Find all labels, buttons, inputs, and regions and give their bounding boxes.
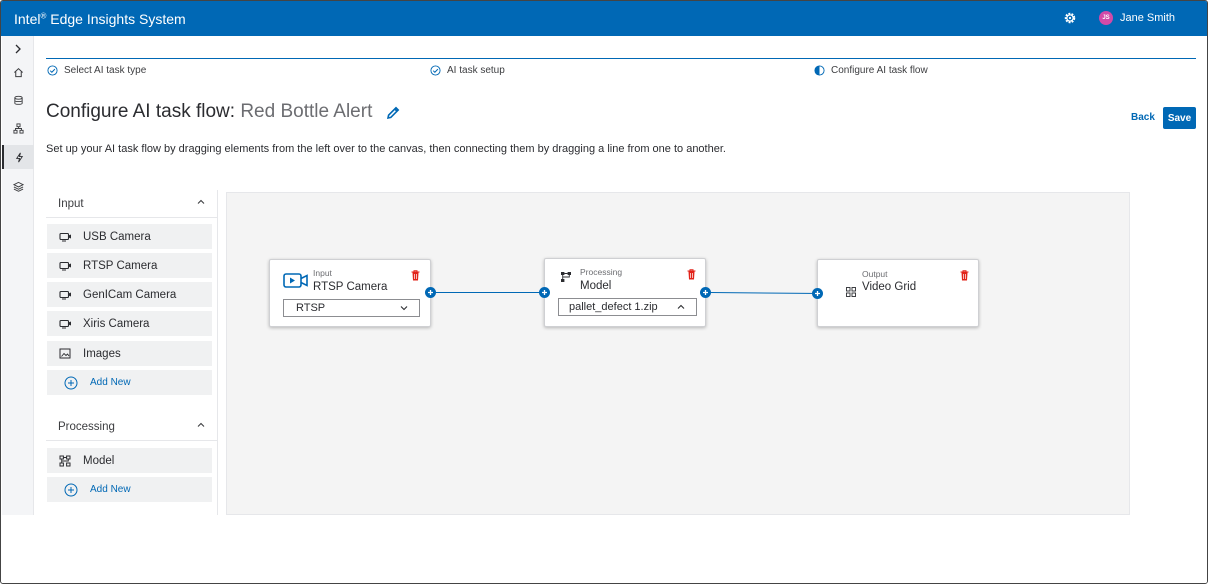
- expand-chevron-icon[interactable]: [2, 37, 34, 61]
- item-label: Model: [83, 454, 115, 467]
- step-select-task-type[interactable]: Select AI task type: [47, 65, 146, 76]
- user-name[interactable]: Jane Smith: [1120, 12, 1175, 24]
- plus-circle-icon: [64, 483, 84, 497]
- plus-circle-icon: [64, 376, 84, 390]
- camera-icon: [59, 290, 79, 300]
- item-label: RTSP Camera: [83, 259, 158, 272]
- item-label: USB Camera: [83, 230, 151, 243]
- step-task-setup[interactable]: AI task setup: [430, 65, 505, 76]
- step-label: Select AI task type: [64, 65, 147, 76]
- brand-title: Intel® Edge Insights System: [14, 11, 186, 27]
- step-label: Configure AI task flow: [831, 65, 928, 76]
- home-icon[interactable]: [2, 60, 34, 84]
- top-bar: Intel® Edge Insights System JS Jane Smit…: [1, 1, 1207, 36]
- chevron-down-icon: [399, 303, 409, 316]
- lightning-icon[interactable]: [2, 145, 34, 169]
- camera-icon: [59, 232, 79, 242]
- palette-item-genicam-camera[interactable]: GenICam Camera: [47, 282, 212, 307]
- palette-item-xiris-camera[interactable]: Xiris Camera: [47, 311, 212, 336]
- processing-add-new-button[interactable]: Add New: [47, 477, 212, 502]
- image-icon: [59, 348, 79, 359]
- palette-item-model[interactable]: Model: [47, 448, 212, 473]
- node-type-label: Processing: [580, 267, 623, 277]
- settings-gear-icon[interactable]: [1061, 9, 1079, 27]
- item-label: GenICam Camera: [83, 288, 177, 301]
- select-value: RTSP: [296, 302, 326, 314]
- add-new-label: Add New: [90, 484, 131, 495]
- input-port[interactable]: [812, 288, 823, 299]
- model-file-select[interactable]: pallet_defect 1.zip: [558, 298, 697, 316]
- check-circle-icon: [430, 65, 441, 76]
- input-add-new-button[interactable]: Add New: [47, 370, 212, 395]
- node-input-rtsp-camera[interactable]: Input RTSP Camera RTSP: [269, 259, 436, 327]
- database-icon[interactable]: [2, 88, 34, 112]
- delete-trash-icon[interactable]: [411, 268, 420, 286]
- node-type-label: Input: [313, 268, 332, 278]
- node-output-video-grid[interactable]: Output Video Grid: [812, 259, 979, 327]
- chevron-up-icon[interactable]: [196, 420, 206, 433]
- select-value: pallet_defect 1.zip: [569, 301, 658, 313]
- section-title: Input: [58, 198, 84, 210]
- output-port[interactable]: [700, 287, 711, 298]
- palette-item-usb-camera[interactable]: USB Camera: [47, 224, 212, 249]
- palette-section-processing[interactable]: Processing: [46, 413, 218, 441]
- brand-prefix: Intel: [14, 11, 41, 27]
- step-configure-flow[interactable]: Configure AI task flow: [814, 65, 928, 76]
- delete-trash-icon[interactable]: [687, 267, 696, 285]
- node-processing-model[interactable]: Processing Model pallet_defect 1.zip: [539, 258, 711, 327]
- add-new-label: Add New: [90, 377, 131, 388]
- app-window: Intel® Edge Insights System JS Jane Smit…: [0, 0, 1208, 584]
- node-name: RTSP Camera: [313, 281, 388, 293]
- section-title: Processing: [58, 421, 115, 433]
- user-avatar[interactable]: JS: [1099, 11, 1113, 25]
- save-button[interactable]: Save: [1163, 107, 1196, 129]
- step-label: AI task setup: [447, 65, 505, 76]
- page-title: Configure AI task flow: Red Bottle Alert: [46, 101, 372, 123]
- palette-item-images[interactable]: Images: [47, 341, 212, 366]
- flow-canvas[interactable]: Input RTSP Camera RTSP Processing Model …: [226, 192, 1130, 515]
- hierarchy-icon: [59, 455, 79, 467]
- input-port[interactable]: [539, 287, 550, 298]
- item-label: Xiris Camera: [83, 317, 150, 330]
- item-label: Images: [83, 347, 121, 360]
- check-circle-icon: [47, 65, 58, 76]
- edit-pencil-icon[interactable]: [385, 105, 401, 126]
- node-type-label: Output: [862, 269, 888, 279]
- blank-footer-area: [2, 515, 1207, 583]
- palette-item-rtsp-camera[interactable]: RTSP Camera: [47, 253, 212, 278]
- hierarchy-icon: [560, 270, 572, 288]
- hierarchy-icon[interactable]: [2, 116, 34, 140]
- delete-trash-icon[interactable]: [960, 268, 969, 286]
- title-prefix: Configure AI task flow:: [46, 101, 241, 122]
- grid-icon: [846, 284, 856, 302]
- layers-icon[interactable]: [2, 174, 34, 198]
- camera-icon: [59, 261, 79, 271]
- palette-section-input[interactable]: Input: [46, 190, 218, 218]
- side-navigation: [2, 36, 34, 515]
- stepper-progress-line: [46, 58, 1196, 59]
- output-port[interactable]: [425, 287, 436, 298]
- back-button[interactable]: Back: [1131, 112, 1155, 123]
- connection-processing-to-output[interactable]: [709, 292, 823, 294]
- video-camera-icon: [283, 272, 309, 295]
- node-name: Video Grid: [862, 281, 917, 293]
- chevron-up-icon[interactable]: [196, 197, 206, 210]
- connection-input-to-processing[interactable]: [436, 292, 546, 293]
- brand-rest: Edge Insights System: [46, 11, 186, 27]
- stream-type-select[interactable]: RTSP: [283, 299, 420, 317]
- element-palette: Input USB Camera RTSP Camera GenICam Cam…: [46, 190, 218, 515]
- chevron-up-icon: [676, 302, 686, 315]
- camera-icon: [59, 319, 79, 329]
- half-circle-icon: [814, 65, 825, 76]
- task-name: Red Bottle Alert: [240, 101, 373, 122]
- node-name: Model: [580, 280, 612, 292]
- page-description: Set up your AI task flow by dragging ele…: [46, 143, 726, 155]
